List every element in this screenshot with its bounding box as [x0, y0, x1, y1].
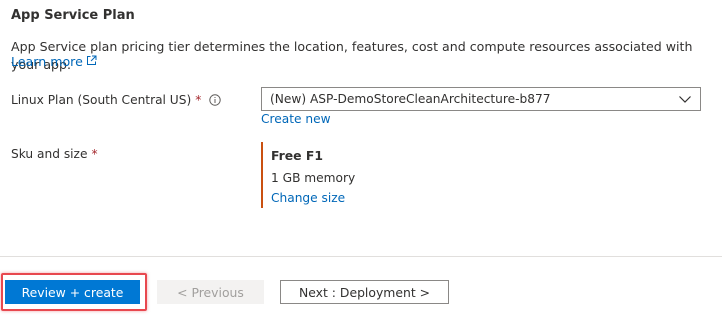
previous-button[interactable]: < Previous [157, 280, 264, 304]
review-create-button[interactable]: Review + create [5, 280, 140, 304]
sku-size-label-text: Sku and size [11, 147, 88, 161]
change-size-link[interactable]: Change size [271, 191, 355, 205]
learn-more-label: Learn more [11, 54, 83, 69]
learn-more-link[interactable]: Learn more [11, 54, 97, 69]
required-asterisk: * [195, 93, 202, 107]
chevron-down-icon [678, 92, 692, 106]
section-description: App Service plan pricing tier determines… [11, 39, 693, 72]
sku-name: Free F1 [271, 148, 323, 163]
section-title: App Service Plan [11, 8, 135, 23]
next-deployment-button[interactable]: Next : Deployment > [280, 280, 449, 304]
sku-panel: Free F1 1 GB memory Change size [261, 142, 355, 208]
linux-plan-label-text: Linux Plan (South Central US) [11, 93, 192, 107]
create-new-link[interactable]: Create new [261, 112, 331, 126]
sku-memory: 1 GB memory [271, 171, 356, 185]
footer-divider [0, 256, 722, 257]
linux-plan-selected-value: (New) ASP-DemoStoreCleanArchitecture-b87… [270, 92, 551, 106]
linux-plan-label: Linux Plan (South Central US) * [11, 93, 222, 107]
external-link-icon [86, 54, 97, 69]
required-asterisk: * [91, 147, 98, 161]
sku-size-label: Sku and size * [11, 147, 98, 161]
linux-plan-dropdown[interactable]: (New) ASP-DemoStoreCleanArchitecture-b87… [261, 87, 701, 111]
info-icon[interactable] [209, 94, 222, 106]
